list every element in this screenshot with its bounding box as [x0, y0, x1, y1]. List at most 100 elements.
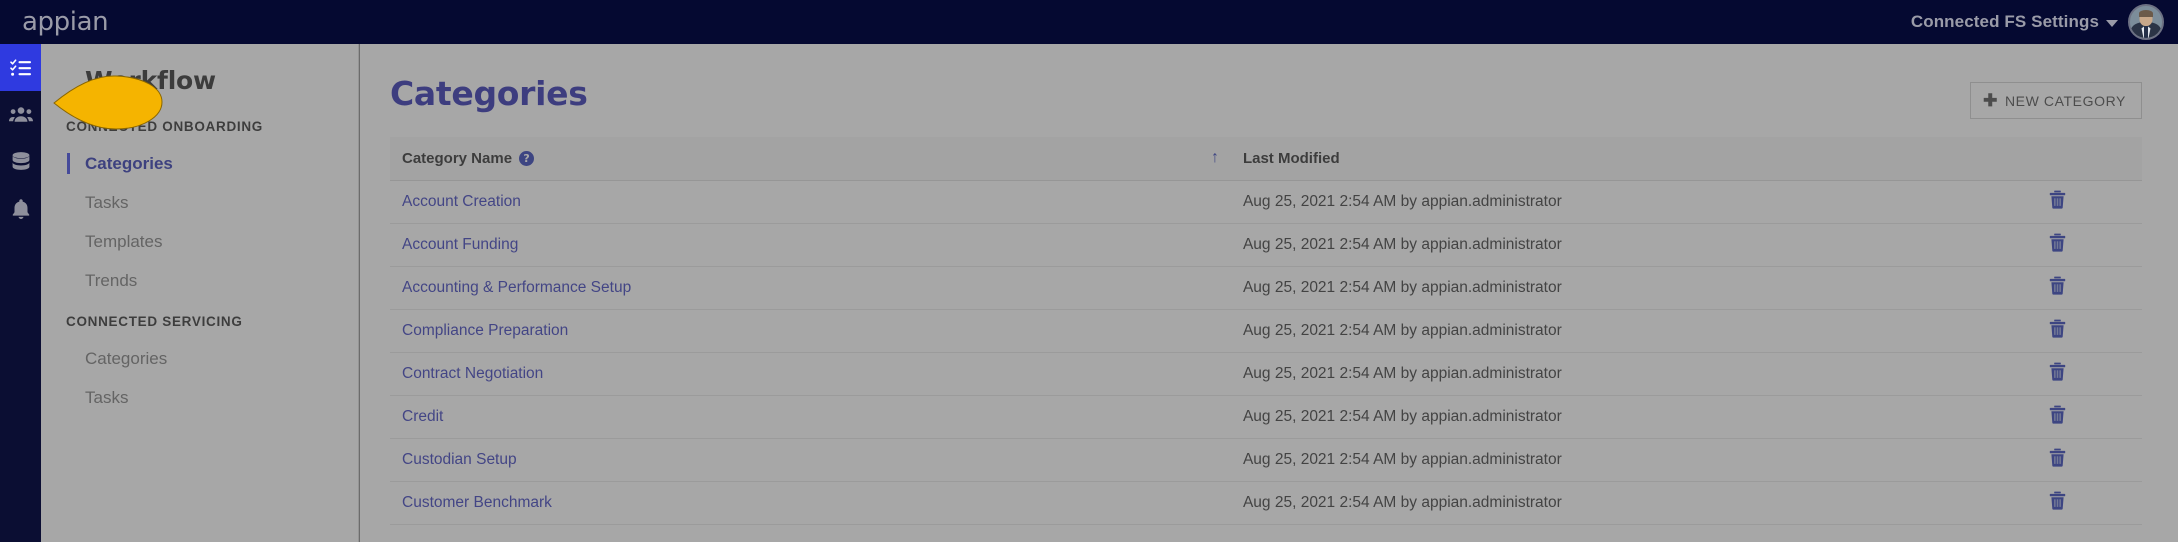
new-category-button[interactable]: ✚ NEW CATEGORY	[1970, 82, 2142, 119]
table-row: Contract Negotiation Aug 25, 2021 2:54 AM…	[390, 352, 2142, 396]
rail-item-users[interactable]	[0, 91, 41, 138]
delete-category-button[interactable]	[2049, 190, 2066, 209]
connected-fs-settings-label[interactable]: Connected FS Settings	[1911, 12, 2099, 32]
app-root: appian Connected FS Settings Workflow CO…	[0, 0, 2178, 542]
sidebar-item-servicing-tasks[interactable]: Tasks	[41, 368, 358, 407]
column-header-last-modified[interactable]: Last Modified	[1230, 137, 2037, 181]
cell-delete-action	[2036, 309, 2142, 353]
cell-last-modified: Aug 25, 2021 2:54 AM by appian.administr…	[1230, 438, 2037, 482]
sidebar-item-label: Trends	[85, 271, 138, 290]
cell-last-modified: Aug 25, 2021 2:54 AM by appian.administr…	[1230, 481, 2037, 525]
table-head: Category Name ? ↑ Last Modified	[390, 137, 2142, 181]
cell-category-name: Compliance Preparation	[390, 309, 1231, 353]
sidebar-item-onboarding-templates[interactable]: Templates	[41, 212, 358, 251]
table-row: Custodian Setup Aug 25, 2021 2:54 AM by a…	[390, 438, 2142, 482]
cell-last-modified: Aug 25, 2021 2:54 AM by appian.administr…	[1230, 223, 2037, 267]
sidebar-title: Workflow	[85, 66, 216, 95]
icon-rail	[0, 44, 41, 542]
topbar-right-group: Connected FS Settings	[1911, 4, 2164, 40]
appian-logo[interactable]: appian	[22, 7, 109, 37]
table-row: Account Creation Aug 25, 2021 2:54 AM by …	[390, 180, 2142, 224]
cell-last-modified: Aug 25, 2021 2:54 AM by appian.administr…	[1230, 352, 2037, 396]
cell-delete-action	[2036, 481, 2142, 525]
cell-category-name: Contract Negotiation	[390, 352, 1231, 396]
delete-category-button[interactable]	[2049, 319, 2066, 338]
sidebar-item-onboarding-tasks[interactable]: Tasks	[41, 173, 358, 212]
delete-category-button[interactable]	[2049, 491, 2066, 510]
cell-category-name: Account Creation	[390, 180, 1231, 224]
trash-icon	[2049, 190, 2066, 209]
chevron-down-icon[interactable]	[2106, 20, 2118, 27]
cell-last-modified: Aug 25, 2021 2:54 AM by appian.administr…	[1230, 180, 2037, 224]
category-name-link[interactable]: Account Creation	[402, 193, 521, 210]
trash-icon	[2049, 276, 2066, 295]
top-bar: appian Connected FS Settings	[0, 0, 2178, 44]
rail-item-tasks[interactable]	[0, 44, 41, 91]
help-circle-icon[interactable]: ?	[519, 150, 535, 166]
trash-icon	[2049, 405, 2066, 424]
category-name-link[interactable]: Accounting & Performance Setup	[402, 279, 631, 296]
category-name-link[interactable]: Account Funding	[402, 236, 518, 253]
cell-last-modified: Aug 25, 2021 2:54 AM by appian.administr…	[1230, 395, 2037, 439]
column-header-category-name[interactable]: Category Name ? ↑	[390, 137, 1231, 181]
trash-icon	[2049, 491, 2066, 510]
category-name-link[interactable]: Custodian Setup	[402, 451, 517, 468]
cell-delete-action	[2036, 438, 2142, 482]
cell-delete-action	[2036, 266, 2142, 310]
cell-category-name: Accounting & Performance Setup	[390, 266, 1231, 310]
sidebar-item-onboarding-trends[interactable]: Trends	[41, 251, 358, 290]
column-header-actions	[2036, 137, 2142, 181]
page-title: Categories	[390, 74, 588, 113]
trash-icon	[2049, 362, 2066, 381]
category-name-link[interactable]: Customer Benchmark	[402, 494, 552, 511]
rail-item-notifications[interactable]	[0, 185, 41, 232]
cell-category-name: Customer Benchmark	[390, 481, 1231, 525]
cell-delete-action	[2036, 395, 2142, 439]
avatar[interactable]	[2128, 4, 2164, 40]
sidebar-item-servicing-categories[interactable]: Categories	[41, 329, 358, 368]
sidebar-item-label: Categories	[85, 349, 168, 368]
table-row: Credit Aug 25, 2021 2:54 AM by appian.adm…	[390, 395, 2142, 439]
cell-category-name: Credit	[390, 395, 1231, 439]
cell-category-name: Account Funding	[390, 223, 1231, 267]
delete-category-button[interactable]	[2049, 405, 2066, 424]
delete-category-button[interactable]	[2049, 448, 2066, 467]
page-header: Categories ✚ NEW CATEGORY	[360, 44, 2178, 119]
table-row: Account Funding Aug 25, 2021 2:54 AM by a…	[390, 223, 2142, 267]
trash-icon	[2049, 233, 2066, 252]
table-header-row: Category Name ? ↑ Last Modified	[390, 137, 2142, 181]
delete-category-button[interactable]	[2049, 362, 2066, 381]
cell-last-modified: Aug 25, 2021 2:54 AM by appian.administr…	[1230, 309, 2037, 353]
bell-icon	[11, 198, 31, 220]
categories-table: Category Name ? ↑ Last Modified Account …	[390, 137, 2142, 525]
table-row: Compliance Preparation Aug 25, 2021 2:54 …	[390, 309, 2142, 353]
avatar-hair	[2139, 10, 2153, 17]
delete-category-button[interactable]	[2049, 276, 2066, 295]
main-content: Categories ✚ NEW CATEGORY Category Name …	[360, 44, 2178, 542]
sidebar-item-label: Tasks	[85, 388, 129, 407]
sidebar-item-onboarding-categories[interactable]: Categories	[41, 134, 358, 174]
category-name-link[interactable]: Credit	[402, 408, 443, 425]
table-body: Account Creation Aug 25, 2021 2:54 AM by …	[390, 180, 2142, 525]
cell-delete-action	[2036, 180, 2142, 224]
delete-category-button[interactable]	[2049, 233, 2066, 252]
database-icon	[10, 151, 32, 173]
task-list-icon	[9, 58, 32, 78]
sidebar-section-connected-servicing: CONNECTED SERVICING	[66, 314, 243, 329]
cell-delete-action	[2036, 223, 2142, 267]
cell-category-name: Custodian Setup	[390, 438, 1231, 482]
users-icon	[8, 106, 33, 124]
new-category-button-label: NEW CATEGORY	[2004, 92, 2126, 109]
avatar-tie	[2144, 26, 2148, 38]
sidebar-item-label: Categories	[85, 154, 173, 173]
sidebar-item-label: Tasks	[85, 193, 129, 212]
sidebar-section-connected-onboarding: CONNECTED ONBOARDING	[66, 119, 264, 134]
category-name-link[interactable]: Contract Negotiation	[402, 365, 543, 382]
category-name-link[interactable]: Compliance Preparation	[402, 322, 568, 339]
rail-item-data[interactable]	[0, 138, 41, 185]
column-header-label: Last Modified	[1242, 149, 1340, 167]
sidebar-item-label: Templates	[85, 232, 163, 251]
trash-icon	[2049, 319, 2066, 338]
table-row: Customer Benchmark Aug 25, 2021 2:54 AM b…	[390, 481, 2142, 525]
arrow-up-icon[interactable]: ↑	[1211, 150, 1219, 166]
